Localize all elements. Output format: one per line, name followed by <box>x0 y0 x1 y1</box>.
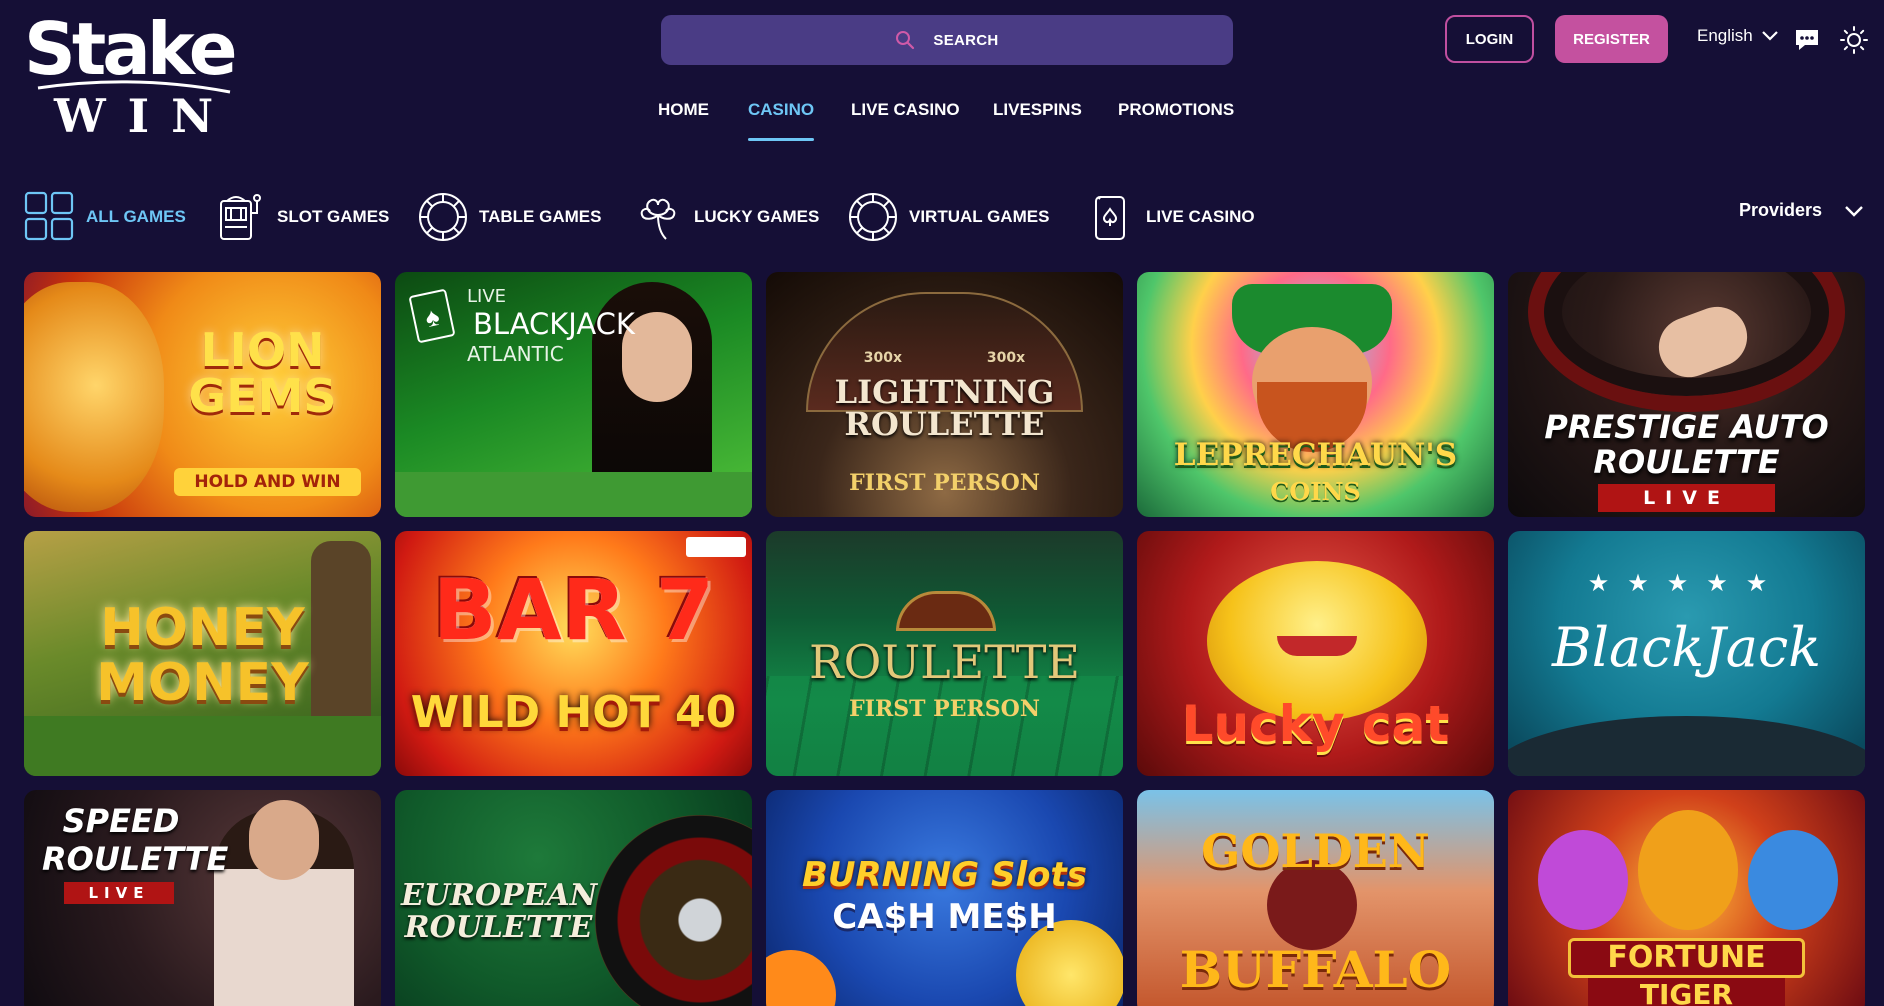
game-tile-speed-roulette-live[interactable]: SPEED ROULETTE LIVE <box>24 790 381 1006</box>
game-title: LION GEMS <box>188 323 337 423</box>
game-top-label: LIVE <box>467 286 507 307</box>
game-top-label: 300x 300x <box>863 350 1026 366</box>
logo-text-win: WIN <box>53 89 235 136</box>
game-subtitle: CA$H ME$H <box>832 897 1057 937</box>
game-subtitle: LIVE <box>64 882 174 904</box>
category-all-games[interactable]: ALL GAMES <box>24 190 186 244</box>
game-title: SPEED ROULETTE <box>42 802 229 879</box>
theme-toggle-sun-icon[interactable] <box>1840 26 1868 54</box>
game-tile-wild-hot-40[interactable]: BAR 7 WILD HOT 40 <box>395 531 752 776</box>
chat-icon[interactable] <box>1794 28 1820 52</box>
category-label: LUCKY GAMES <box>694 207 820 226</box>
login-button[interactable]: LOGIN <box>1445 15 1534 63</box>
nav-promotions[interactable]: PROMOTIONS <box>1118 100 1234 120</box>
game-tile-lion-gems[interactable]: LION GEMS HOLD AND WIN <box>24 272 381 517</box>
category-lucky-games[interactable]: LUCKY GAMES <box>632 190 819 244</box>
game-subtitle: BUFFALO <box>1179 940 1452 999</box>
stake-win-logo[interactable]: Stake WIN <box>24 7 244 143</box>
language-label: English <box>1697 26 1753 45</box>
category-label: LIVE CASINO <box>1146 207 1255 226</box>
category-label: VIRTUAL GAMES <box>909 207 1050 226</box>
game-grid: LION GEMS HOLD AND WIN LIVE BLACKJACK AT… <box>24 272 1866 1006</box>
game-subtitle: COINS <box>1270 477 1361 506</box>
game-title: FORTUNE <box>1568 938 1805 978</box>
game-title: WILD HOT 40 <box>410 687 737 738</box>
category-slot-games[interactable]: SLOT GAMES <box>215 190 389 244</box>
game-title: BlackJack <box>1552 616 1821 679</box>
game-title: GOLDEN <box>1201 824 1430 878</box>
game-subtitle: LIVE <box>1598 484 1775 512</box>
game-tile-lucky-cat[interactable]: Lucky cat <box>1137 531 1494 776</box>
category-label: TABLE GAMES <box>479 207 602 226</box>
category-table-games[interactable]: TABLE GAMES <box>417 190 601 244</box>
game-tile-fortune-tiger[interactable]: FORTUNE TIGER <box>1508 790 1865 1006</box>
game-title: LEPRECHAUN'S <box>1173 437 1458 473</box>
language-selector[interactable]: English <box>1697 26 1779 46</box>
game-subtitle: HOLD AND WIN <box>174 468 361 496</box>
nav-home[interactable]: HOME <box>658 100 709 120</box>
nav-casino[interactable]: CASINO <box>748 100 815 141</box>
chevron-down-icon <box>1845 205 1863 217</box>
chip-icon <box>419 193 467 241</box>
provider-badge <box>686 537 746 557</box>
search-bar[interactable]: SEARCH <box>661 15 1233 65</box>
game-title: ROULETTE <box>808 635 1081 689</box>
game-tile-european-roulette[interactable]: EUROPEAN ROULETTE <box>395 790 752 1006</box>
chevron-down-icon <box>1761 31 1778 41</box>
chip-icon <box>849 193 897 241</box>
game-title: EUROPEAN ROULETTE <box>401 878 598 945</box>
game-title: BLACKJACK <box>473 307 635 341</box>
game-title: Lucky cat <box>1181 695 1450 753</box>
nav-live-casino[interactable]: LIVE CASINO <box>851 100 960 120</box>
game-category-bar: ALL GAMES SLOT GAMES TABLE GAMES LUCKY G… <box>24 190 1864 244</box>
game-tile-leprechauns-coins[interactable]: LEPRECHAUN'S COINS <box>1137 272 1494 517</box>
category-label: ALL GAMES <box>86 207 186 226</box>
game-subtitle: TIGER <box>1588 978 1785 1006</box>
providers-label: Providers <box>1738 200 1822 220</box>
game-title: HONEY MONEY <box>96 598 309 713</box>
game-subtitle: ATLANTIC <box>467 342 564 366</box>
game-tile-blackjack[interactable]: ★★★★★ BlackJack <box>1508 531 1865 776</box>
clover-icon <box>640 198 676 240</box>
game-subtitle: FIRST PERSON <box>849 470 1040 496</box>
providers-dropdown[interactable]: Providers <box>1739 200 1864 221</box>
game-title: LIGHTNING ROULETTE <box>834 373 1055 443</box>
game-tile-honey-money[interactable]: HONEY MONEY <box>24 531 381 776</box>
stars-decoration: ★★★★★ <box>1587 570 1786 597</box>
game-subtitle: FIRST PERSON <box>849 696 1040 722</box>
game-tile-lightning-roulette[interactable]: 300x 300x LIGHTNING ROULETTE FIRST PERSO… <box>766 272 1123 517</box>
game-tile-golden-buffalo[interactable]: GOLDEN BUFFALO <box>1137 790 1494 1006</box>
game-tile-burning-slots-cash-mesh[interactable]: BURNING Slots CA$H ME$H <box>766 790 1123 1006</box>
category-virtual-games[interactable]: VIRTUAL GAMES <box>847 190 1049 244</box>
game-tile-live-blackjack-atlantic[interactable]: LIVE BLACKJACK ATLANTIC ♠ <box>395 272 752 517</box>
category-label: SLOT GAMES <box>277 207 390 226</box>
spade-card-icon: ♠ <box>408 288 456 344</box>
game-tile-prestige-auto-roulette-live[interactable]: PRESTIGE AUTO ROULETTE LIVE <box>1508 272 1865 517</box>
nav-livespins[interactable]: LIVESPINS <box>993 100 1082 120</box>
search-placeholder: SEARCH <box>933 31 999 49</box>
game-title: PRESTIGE AUTO ROULETTE <box>1544 408 1829 482</box>
category-live-casino[interactable]: LIVE CASINO <box>1084 190 1255 244</box>
slot-machine-icon <box>220 194 261 240</box>
logo-text-stake: Stake <box>24 8 235 91</box>
game-top-label: BAR 7 <box>432 561 715 659</box>
search-icon <box>896 31 915 50</box>
game-title: BURNING Slots <box>802 855 1087 895</box>
game-tile-roulette-first-person[interactable]: ROULETTE FIRST PERSON <box>766 531 1123 776</box>
register-button[interactable]: REGISTER <box>1555 15 1668 63</box>
card-icon <box>1095 196 1125 240</box>
grid-icon <box>24 191 74 241</box>
